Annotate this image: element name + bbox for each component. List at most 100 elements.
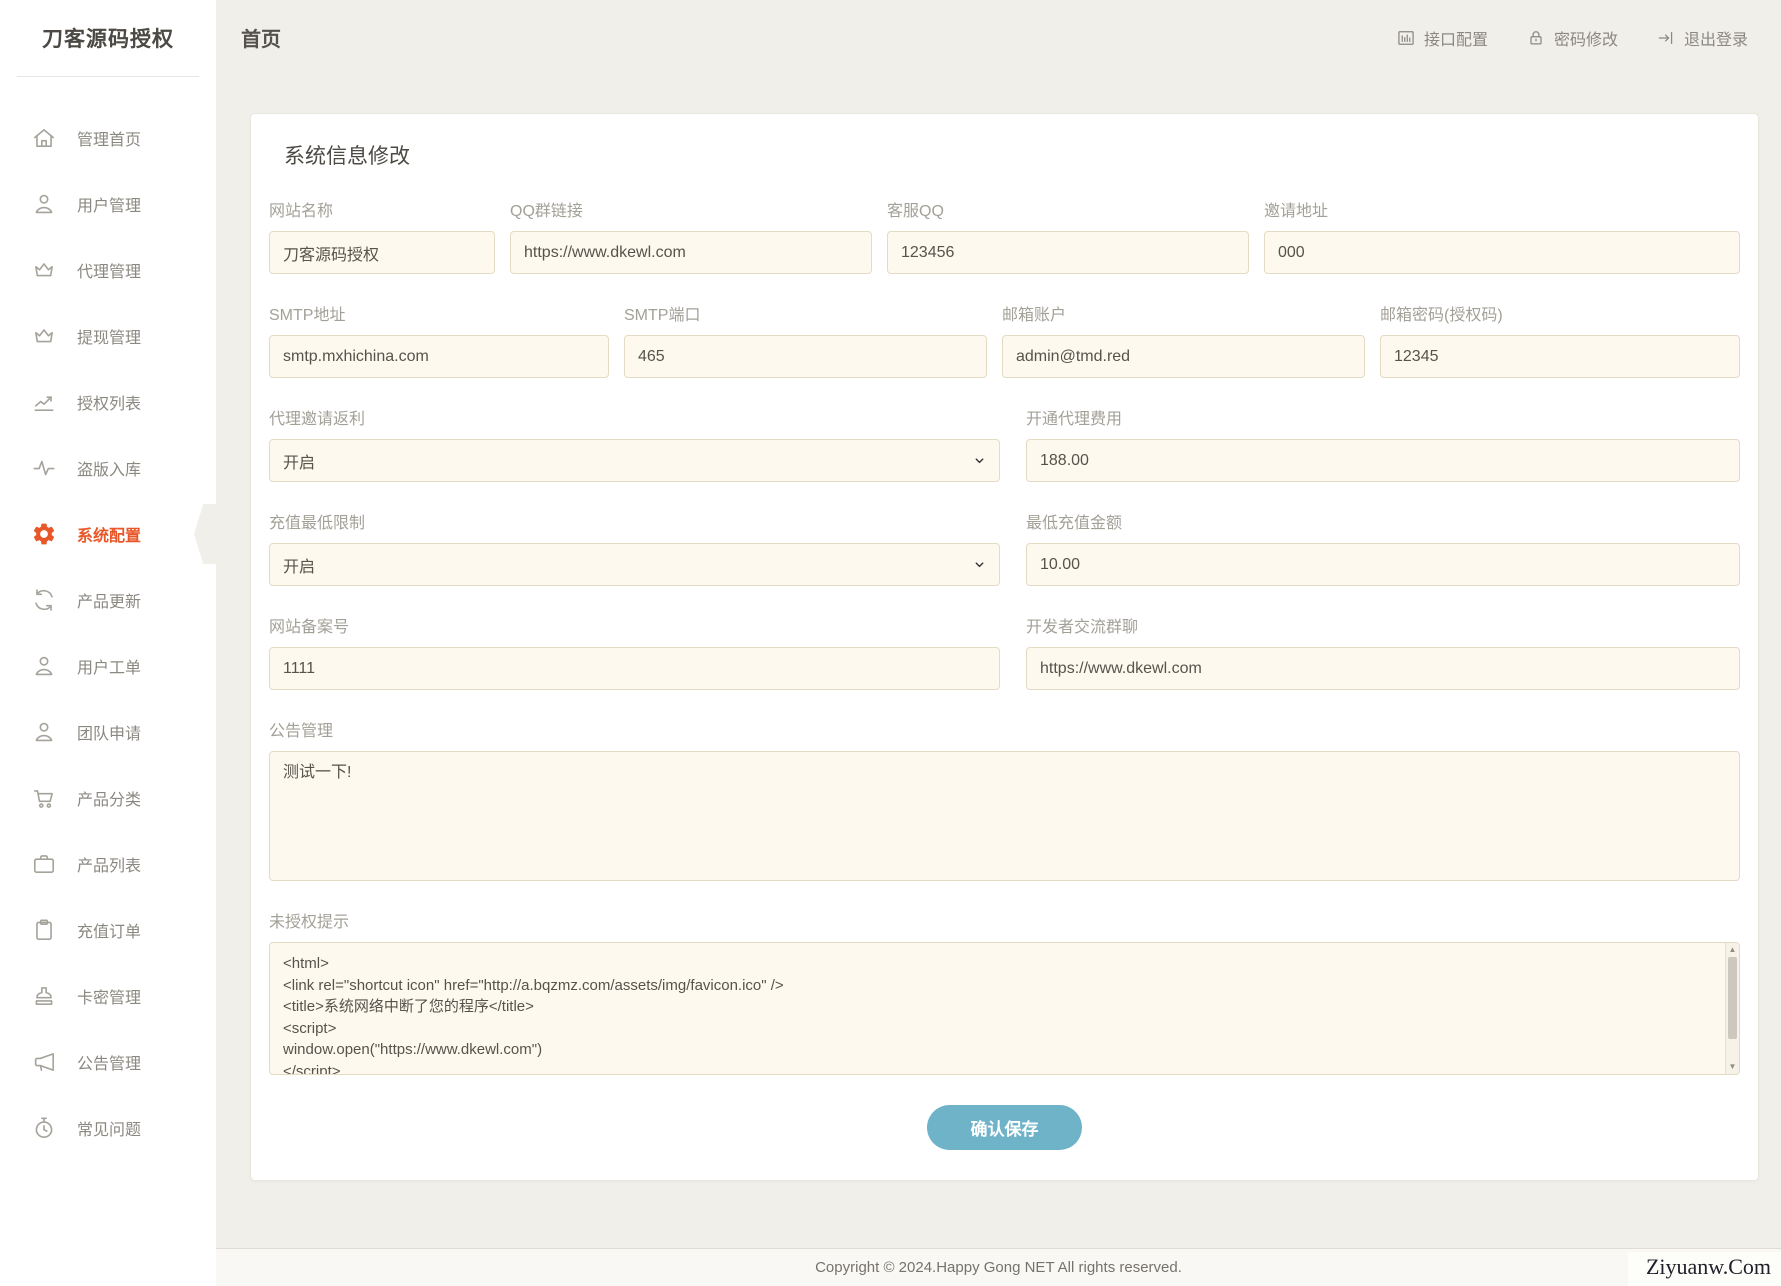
save-button[interactable]: 确认保存 (927, 1105, 1082, 1150)
sidebar-item-label: 公告管理 (77, 1056, 142, 1073)
scroll-up-arrow[interactable]: ▲ (1726, 944, 1739, 956)
field-min-recharge-amount: 最低充值金额 (1026, 509, 1740, 586)
crown-icon (31, 323, 57, 349)
developer-group-input[interactable] (1026, 647, 1740, 690)
email-password-input[interactable] (1380, 335, 1740, 378)
sidebar-item-pirate-entry[interactable]: 盗版入库 (0, 435, 216, 501)
smtp-address-input[interactable] (269, 335, 609, 378)
megaphone-icon (31, 1049, 57, 1075)
min-recharge-amount-input[interactable] (1026, 543, 1740, 586)
site-name-label: 网站名称 (269, 203, 334, 220)
page-title: 首页 (241, 29, 281, 51)
activity-icon (31, 455, 57, 481)
qq-group-link-input[interactable] (510, 231, 872, 274)
field-announcement: 公告管理 测试一下! (269, 717, 1740, 881)
sidebar-item-product-update[interactable]: 产品更新 (0, 567, 216, 633)
briefcase-icon (31, 851, 57, 877)
sidebar-item-product-list[interactable]: 产品列表 (0, 831, 216, 897)
chart-box-icon (1396, 28, 1416, 48)
agent-invite-rebate-label: 代理邀请返利 (269, 411, 366, 428)
email-account-label: 邮箱账户 (1002, 307, 1067, 324)
sidebar-item-card-key-management[interactable]: 卡密管理 (0, 963, 216, 1029)
sidebar-item-agent-management[interactable]: 代理管理 (0, 237, 216, 303)
sidebar-item-authorization-list[interactable]: 授权列表 (0, 369, 216, 435)
form-row-1: 网站名称 QQ群链接 客服QQ 邀请地址 (269, 197, 1740, 274)
announcement-textarea[interactable]: 测试一下! (269, 751, 1740, 881)
sidebar-item-label: 授权列表 (77, 396, 142, 413)
sidebar: 刀客源码授权 管理首页 用户管理 代理管理 提现管理 授权列表 盗版入库 系统配… (0, 0, 216, 1286)
header-action-logout[interactable]: 退出登录 (1656, 26, 1748, 50)
cart-icon (31, 785, 57, 811)
user-icon (31, 653, 57, 679)
select-value: 开启 (283, 558, 316, 576)
form-row-5: 网站备案号 开发者交流群聊 (269, 613, 1740, 690)
app-logo: 刀客源码授权 (17, 0, 199, 77)
sidebar-item-label: 代理管理 (77, 264, 142, 281)
field-invite-address: 邀请地址 (1264, 197, 1740, 274)
sidebar-item-label: 产品更新 (77, 594, 142, 611)
smtp-address-label: SMTP地址 (269, 307, 346, 324)
app-window: 刀客源码授权 管理首页 用户管理 代理管理 提现管理 授权列表 盗版入库 系统配… (0, 0, 1781, 1286)
recharge-min-limit-select[interactable]: 开启 (269, 543, 1000, 586)
scroll-down-arrow[interactable]: ▼ (1726, 1061, 1739, 1073)
topbar: 首页 接口配置 密码修改 退出登录 (216, 0, 1781, 75)
header-action-password-change[interactable]: 密码修改 (1526, 26, 1618, 50)
form-row-announcement: 公告管理 测试一下! (269, 717, 1740, 881)
field-smtp-address: SMTP地址 (269, 301, 609, 378)
trend-icon (31, 389, 57, 415)
chevron-down-icon (973, 454, 986, 467)
field-agent-open-fee: 开通代理费用 (1026, 405, 1740, 482)
sidebar-item-withdraw-management[interactable]: 提现管理 (0, 303, 216, 369)
form-row-2: SMTP地址 SMTP端口 邮箱账户 邮箱密码(授权码) (269, 301, 1740, 378)
sidebar-item-admin-home[interactable]: 管理首页 (0, 105, 216, 171)
sidebar-item-team-application[interactable]: 团队申请 (0, 699, 216, 765)
field-recharge-min-limit: 充值最低限制 开启 (269, 509, 1000, 586)
watermark: Ziyuanw.Com (1627, 1252, 1781, 1286)
header-action-api-config[interactable]: 接口配置 (1396, 26, 1488, 50)
user-icon (31, 719, 57, 745)
sidebar-item-system-config[interactable]: 系统配置 (0, 501, 216, 567)
header-action-label: 密码修改 (1553, 31, 1618, 49)
field-service-qq: 客服QQ (887, 197, 1249, 274)
sidebar-item-announcement-management[interactable]: 公告管理 (0, 1029, 216, 1095)
lock-icon (1526, 28, 1546, 48)
email-account-input[interactable] (1002, 335, 1365, 378)
select-value: 开启 (283, 454, 316, 472)
field-qq-group-link: QQ群链接 (510, 197, 872, 274)
sidebar-item-product-category[interactable]: 产品分类 (0, 765, 216, 831)
sidebar-item-user-management[interactable]: 用户管理 (0, 171, 216, 237)
invite-address-input[interactable] (1264, 231, 1740, 274)
gear-icon (31, 521, 57, 547)
site-icp-input[interactable] (269, 647, 1000, 690)
sidebar-item-user-tickets[interactable]: 用户工单 (0, 633, 216, 699)
sidebar-item-recharge-orders[interactable]: 充值订单 (0, 897, 216, 963)
sidebar-item-label: 产品列表 (77, 858, 142, 875)
sidebar-item-label: 用户工单 (77, 660, 142, 677)
sidebar-item-label: 盗版入库 (77, 462, 142, 479)
sidebar-menu: 管理首页 用户管理 代理管理 提现管理 授权列表 盗版入库 系统配置 产品更新 … (0, 77, 216, 1161)
textarea-scrollbar[interactable]: ▲ ▼ (1725, 943, 1739, 1074)
sidebar-item-label: 充值订单 (77, 924, 142, 941)
field-agent-invite-rebate: 代理邀请返利 开启 (269, 405, 1000, 482)
home-icon (31, 125, 57, 151)
smtp-port-input[interactable] (624, 335, 987, 378)
form-row-unauthorized: 未授权提示 <html> <link rel="shortcut icon" h… (269, 908, 1740, 1075)
main-content: 首页 接口配置 密码修改 退出登录 系统信息修改 网站名称 QQ群链接 (216, 0, 1781, 1286)
email-password-label: 邮箱密码(授权码) (1380, 307, 1503, 324)
active-item-notch (194, 504, 216, 564)
service-qq-input[interactable] (887, 231, 1249, 274)
unauthorized-prompt-textarea[interactable]: <html> <link rel="shortcut icon" href="h… (269, 942, 1740, 1075)
announcement-label: 公告管理 (269, 723, 334, 740)
sidebar-item-label: 卡密管理 (77, 990, 142, 1007)
crown-icon (31, 257, 57, 283)
agent-invite-rebate-select[interactable]: 开启 (269, 439, 1000, 482)
agent-open-fee-label: 开通代理费用 (1026, 411, 1123, 428)
field-developer-group: 开发者交流群聊 (1026, 613, 1740, 690)
sidebar-item-label: 管理首页 (77, 132, 142, 149)
scrollbar-thumb[interactable] (1728, 957, 1737, 1039)
recharge-min-limit-label: 充值最低限制 (269, 515, 366, 532)
sidebar-item-label: 产品分类 (77, 792, 142, 809)
site-name-input[interactable] (269, 231, 495, 274)
agent-open-fee-input[interactable] (1026, 439, 1740, 482)
sidebar-item-faq[interactable]: 常见问题 (0, 1095, 216, 1161)
